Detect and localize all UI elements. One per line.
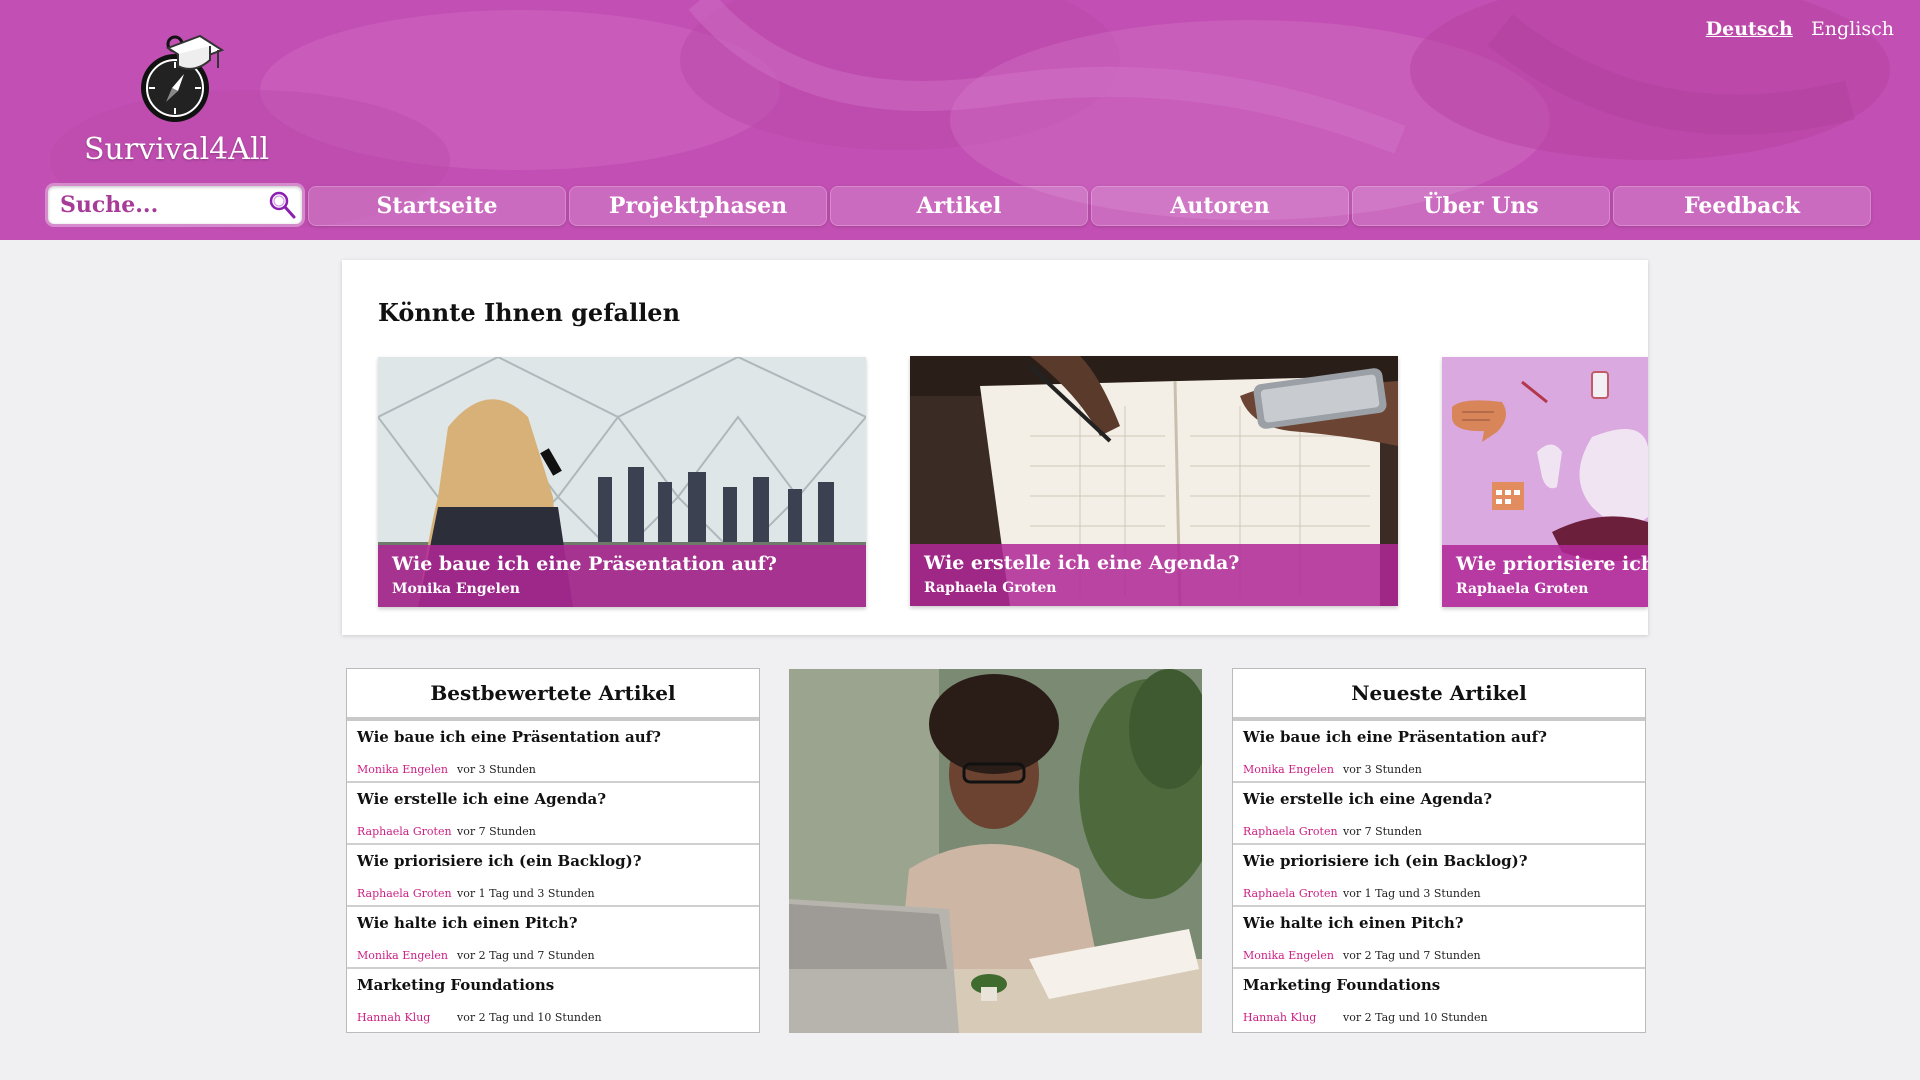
lang-englisch[interactable]: Englisch	[1811, 18, 1894, 40]
article-time: vor 7 Stunden	[1343, 825, 1422, 838]
article-author[interactable]: Hannah Klug	[1243, 1011, 1343, 1024]
article-time: vor 3 Stunden	[1343, 763, 1422, 776]
compass-graduation-cap-icon[interactable]	[138, 30, 224, 126]
list-item[interactable]: Wie priorisiere ich (ein Backlog)? Rapha…	[347, 845, 759, 907]
article-title[interactable]: Wie halte ich einen Pitch?	[357, 914, 749, 932]
suggestion-card[interactable]: Wie priorisiere ich (ein Backlog)? Rapha…	[1442, 357, 1648, 607]
card-title: Wie baue ich eine Präsentation auf?	[392, 553, 777, 575]
suggestions-title: Könnte Ihnen gefallen	[378, 298, 681, 327]
newest-title: Neueste Artikel	[1233, 669, 1645, 721]
list-item[interactable]: Marketing Foundations Hannah Klug vor 2 T…	[1233, 969, 1645, 1031]
article-author[interactable]: Monika Engelen	[1243, 763, 1343, 776]
list-item[interactable]: Wie erstelle ich eine Agenda? Raphaela G…	[347, 783, 759, 845]
nav-projektphasen[interactable]: Projektphasen	[569, 186, 827, 226]
nav-startseite[interactable]: Startseite	[308, 186, 566, 226]
main-nav: Startseite Projektphasen Artikel Autoren…	[48, 186, 1874, 226]
list-item[interactable]: Wie halte ich einen Pitch? Monika Engele…	[1233, 907, 1645, 969]
nav-feedback[interactable]: Feedback	[1613, 186, 1871, 226]
article-title[interactable]: Wie baue ich eine Präsentation auf?	[357, 728, 749, 746]
article-title[interactable]: Wie baue ich eine Präsentation auf?	[1243, 728, 1635, 746]
list-item[interactable]: Wie baue ich eine Präsentation auf? Moni…	[1233, 721, 1645, 783]
student-laptop-photo	[789, 669, 1202, 1033]
nav-artikel[interactable]: Artikel	[830, 186, 1088, 226]
suggestions-panel: Könnte Ihnen gefallen Wie baue ich eine …	[342, 260, 1648, 635]
newest-list: Neueste Artikel Wie baue ich eine Präsen…	[1232, 668, 1646, 1033]
article-author[interactable]: Monika Engelen	[1243, 949, 1343, 962]
suggestion-card[interactable]: Wie baue ich eine Präsentation auf? Moni…	[378, 357, 866, 607]
article-author[interactable]: Monika Engelen	[357, 763, 457, 776]
card-author[interactable]: Raphaela Groten	[1456, 581, 1634, 597]
card-caption: Wie erstelle ich eine Agenda? Raphaela G…	[910, 544, 1398, 606]
card-title: Wie erstelle ich eine Agenda?	[924, 552, 1240, 574]
search-box	[48, 186, 302, 224]
article-time: vor 1 Tag und 3 Stunden	[457, 887, 595, 900]
article-author[interactable]: Raphaela Groten	[1243, 887, 1343, 900]
list-item[interactable]: Wie erstelle ich eine Agenda? Raphaela G…	[1233, 783, 1645, 845]
article-author[interactable]: Hannah Klug	[357, 1011, 457, 1024]
article-author[interactable]: Monika Engelen	[357, 949, 457, 962]
nav-ueber-uns[interactable]: Über Uns	[1352, 186, 1610, 226]
brand-name[interactable]: Survival4All	[84, 132, 269, 167]
site-header: Deutsch Englisch Survival4All Startseite…	[0, 0, 1920, 240]
article-time: vor 2 Tag und 10 Stunden	[457, 1011, 602, 1024]
list-item[interactable]: Wie halte ich einen Pitch? Monika Engele…	[347, 907, 759, 969]
article-title[interactable]: Wie priorisiere ich (ein Backlog)?	[1243, 852, 1635, 870]
article-time: vor 2 Tag und 10 Stunden	[1343, 1011, 1488, 1024]
article-title[interactable]: Wie priorisiere ich (ein Backlog)?	[357, 852, 749, 870]
card-author[interactable]: Monika Engelen	[392, 581, 852, 597]
lang-deutsch[interactable]: Deutsch	[1706, 18, 1793, 40]
card-caption: Wie baue ich eine Präsentation auf? Moni…	[378, 545, 866, 607]
card-caption: Wie priorisiere ich (ein Backlog)? Rapha…	[1442, 545, 1648, 607]
article-time: vor 7 Stunden	[457, 825, 536, 838]
top-rated-title: Bestbewertete Artikel	[347, 669, 759, 721]
article-author[interactable]: Raphaela Groten	[357, 887, 457, 900]
article-time: vor 3 Stunden	[457, 763, 536, 776]
list-item[interactable]: Wie baue ich eine Präsentation auf? Moni…	[347, 721, 759, 783]
article-title[interactable]: Wie erstelle ich eine Agenda?	[357, 790, 749, 808]
card-title: Wie priorisiere ich (ein Backlog)?	[1456, 553, 1648, 575]
search-icon[interactable]	[266, 189, 298, 221]
article-title[interactable]: Marketing Foundations	[357, 976, 749, 994]
article-title[interactable]: Marketing Foundations	[1243, 976, 1635, 994]
top-rated-list: Bestbewertete Artikel Wie baue ich eine …	[346, 668, 760, 1033]
list-item[interactable]: Marketing Foundations Hannah Klug vor 2 T…	[347, 969, 759, 1031]
article-author[interactable]: Raphaela Groten	[1243, 825, 1343, 838]
article-time: vor 2 Tag und 7 Stunden	[457, 949, 595, 962]
search-input[interactable]	[60, 190, 260, 220]
article-time: vor 2 Tag und 7 Stunden	[1343, 949, 1481, 962]
article-title[interactable]: Wie erstelle ich eine Agenda?	[1243, 790, 1635, 808]
article-author[interactable]: Raphaela Groten	[357, 825, 457, 838]
article-title[interactable]: Wie halte ich einen Pitch?	[1243, 914, 1635, 932]
suggestion-card[interactable]: Wie erstelle ich eine Agenda? Raphaela G…	[910, 356, 1398, 606]
language-switcher: Deutsch Englisch	[1694, 18, 1894, 40]
nav-autoren[interactable]: Autoren	[1091, 186, 1349, 226]
card-author[interactable]: Raphaela Groten	[924, 580, 1384, 596]
article-time: vor 1 Tag und 3 Stunden	[1343, 887, 1481, 900]
list-item[interactable]: Wie priorisiere ich (ein Backlog)? Rapha…	[1233, 845, 1645, 907]
